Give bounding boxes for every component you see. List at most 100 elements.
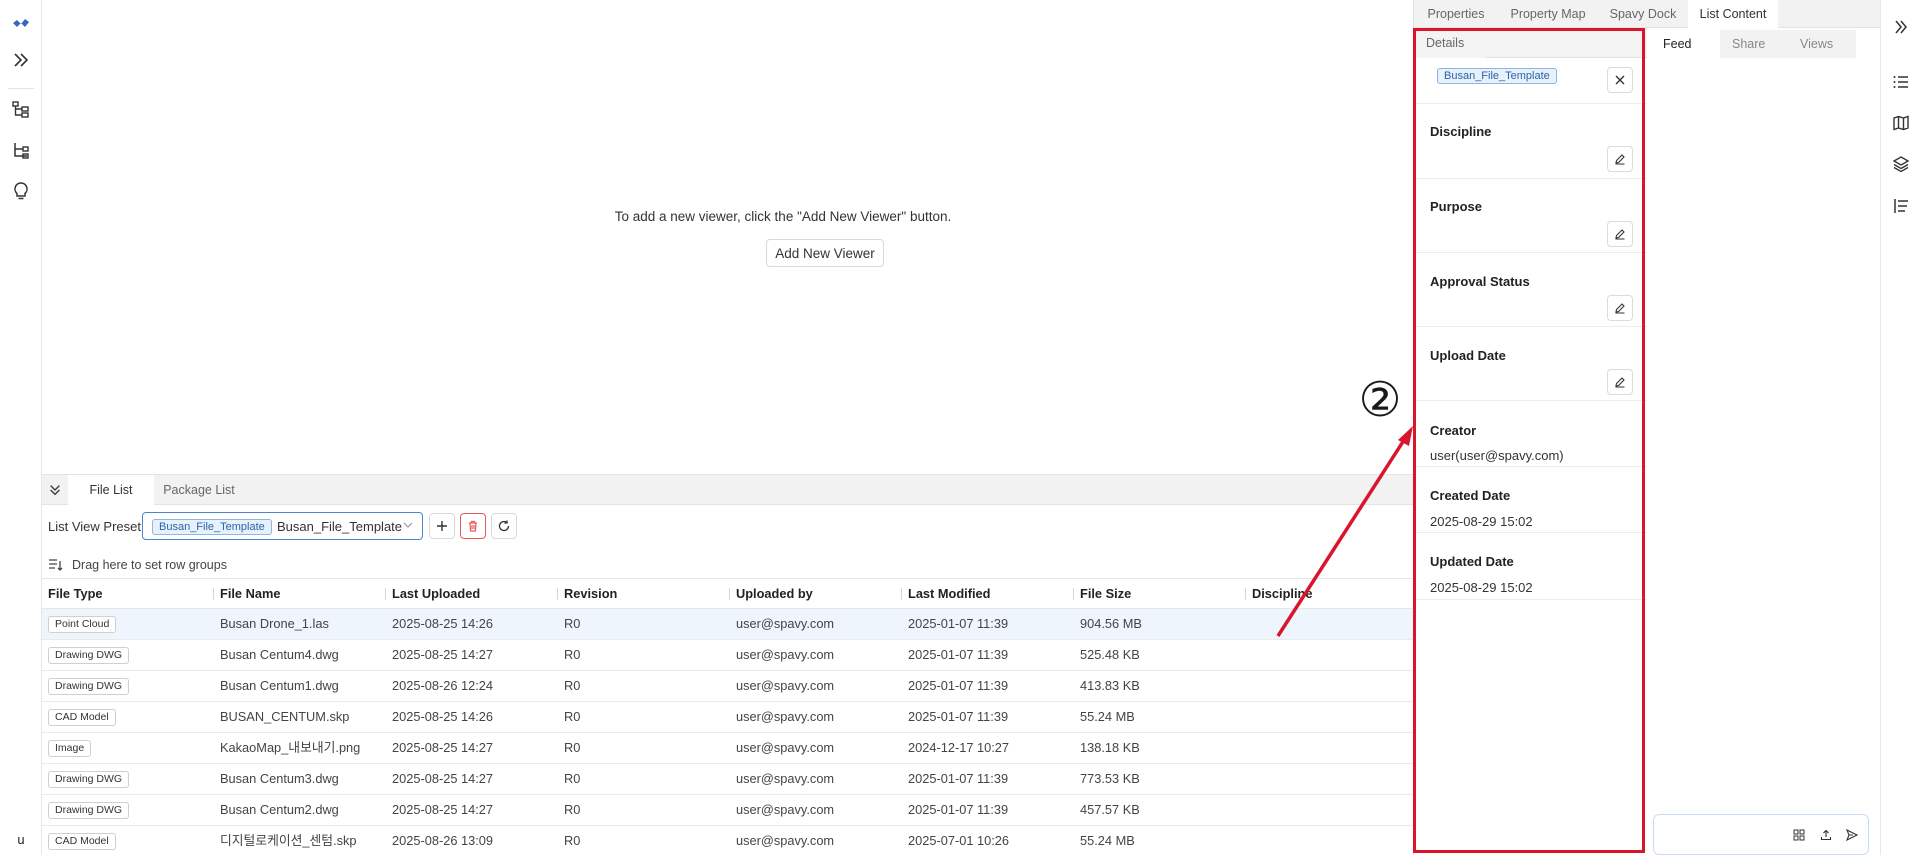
last-uploaded-cell: 2025-08-25 14:27	[392, 802, 494, 817]
preset-select[interactable]: Busan_File_Template Busan_File_Template	[142, 512, 423, 540]
hierarchy-icon[interactable]	[7, 136, 35, 164]
edit-discipline-button[interactable]	[1607, 146, 1633, 172]
add-new-viewer-button[interactable]: Add New Viewer	[766, 239, 884, 267]
file-size-cell: 55.24 MB	[1080, 709, 1135, 724]
tab-file-list[interactable]: File List	[68, 475, 154, 505]
properties-panel: Properties Property Map Spavy Dock List …	[1413, 0, 1881, 855]
last-uploaded-cell: 2025-08-25 14:26	[392, 616, 494, 631]
row-group-icon	[49, 559, 63, 571]
file-type-tag: Drawing DWG	[48, 802, 130, 820]
column-header-last-modified[interactable]: Last Modified	[902, 579, 990, 609]
table-row[interactable]: Drawing DWG Busan Centum4.dwg 2025-08-25…	[42, 640, 1413, 671]
field-label: Approval Status	[1430, 274, 1530, 289]
column-header-uploaded-by[interactable]: Uploaded by	[730, 579, 813, 609]
field-upload-date: Upload Date	[1414, 327, 1647, 401]
file-type-tag: Drawing DWG	[48, 678, 130, 696]
file-type-tag: Point Cloud	[48, 616, 117, 634]
table-row[interactable]: CAD Model BUSAN_CENTUM.skp 2025-08-25 14…	[42, 702, 1413, 733]
file-name-cell: KakaoMap_내보내기.png	[220, 740, 361, 755]
table-row[interactable]: Drawing DWG Busan Centum1.dwg 2025-08-26…	[42, 671, 1413, 702]
send-icon[interactable]	[1845, 828, 1859, 842]
upload-icon[interactable]	[1819, 828, 1833, 842]
column-header-file-size[interactable]: File Size	[1074, 579, 1131, 609]
map-icon[interactable]	[1890, 112, 1912, 134]
table-row[interactable]: Drawing DWG Busan Centum2.dwg 2025-08-25…	[42, 795, 1413, 826]
close-button[interactable]	[1607, 67, 1633, 93]
file-size-cell: 413.83 KB	[1080, 678, 1140, 693]
right-rail	[1880, 0, 1920, 855]
comment-input[interactable]	[1653, 814, 1869, 855]
file-type-tag: Drawing DWG	[48, 771, 130, 789]
field-label: Updated Date	[1430, 554, 1514, 569]
add-preset-button[interactable]	[429, 513, 455, 539]
last-modified-cell: 2025-01-07 11:39	[908, 771, 1009, 786]
grid-icon[interactable]	[1792, 828, 1806, 842]
viewer-area	[42, 0, 1413, 474]
last-uploaded-cell: 2025-08-25 14:26	[392, 709, 494, 724]
lightbulb-icon[interactable]	[7, 177, 35, 205]
table-header: File Type File Name Last Uploaded Revisi…	[42, 578, 1413, 609]
table-row[interactable]: Image KakaoMap_내보내기.png 2025-08-25 14:27…	[42, 733, 1413, 764]
revision-cell: R0	[564, 678, 581, 693]
file-table: File Type File Name Last Uploaded Revisi…	[42, 578, 1413, 855]
last-modified-cell: 2025-07-01 10:26	[908, 833, 1010, 848]
uploaded-by-cell: user@spavy.com	[736, 647, 835, 662]
tab-list-content[interactable]: List Content	[1688, 0, 1778, 28]
close-icon	[1615, 75, 1625, 85]
field-label: Creator	[1430, 423, 1477, 438]
pencil-icon	[1615, 303, 1625, 314]
column-header-file-type[interactable]: File Type	[42, 579, 103, 609]
tab-details[interactable]: Details	[1414, 28, 1486, 58]
field-label: Upload Date	[1430, 348, 1506, 363]
edit-purpose-button[interactable]	[1607, 221, 1633, 247]
last-modified-cell: 2024-12-17 10:27	[908, 740, 1010, 755]
preset-label: List View Preset	[48, 519, 141, 534]
tab-views[interactable]: Views	[1788, 30, 1856, 58]
uploaded-by-cell: user@spavy.com	[736, 833, 835, 848]
table-row[interactable]: Drawing DWG Busan Centum3.dwg 2025-08-25…	[42, 764, 1413, 795]
field-value: 2025-08-29 15:02	[1430, 580, 1533, 595]
refresh-icon	[498, 520, 510, 532]
outline-icon[interactable]	[1890, 195, 1912, 217]
field-updated-date: Updated Date 2025-08-29 15:02	[1414, 533, 1647, 600]
refresh-button[interactable]	[491, 513, 517, 539]
logo-icon[interactable]	[7, 10, 35, 38]
delete-preset-button[interactable]	[460, 513, 486, 539]
rail-divider	[8, 88, 34, 89]
revision-cell: R0	[564, 740, 581, 755]
row-group-dropzone[interactable]: Drag here to set row groups	[48, 555, 227, 575]
tab-properties[interactable]: Properties	[1414, 0, 1498, 28]
preset-chip: Busan_File_Template	[152, 519, 272, 535]
tree-view-icon[interactable]	[7, 95, 35, 123]
user-avatar[interactable]: u	[0, 832, 42, 847]
column-header-file-name[interactable]: File Name	[214, 579, 280, 609]
tab-package-list[interactable]: Package List	[154, 475, 244, 505]
edit-upload-date-button[interactable]	[1607, 369, 1633, 395]
collapse-icon[interactable]	[46, 481, 64, 499]
file-name-cell: Busan Centum1.dwg	[220, 678, 339, 693]
edit-approval-status-button[interactable]	[1607, 295, 1633, 321]
revision-cell: R0	[564, 647, 581, 662]
file-type-tag: Image	[48, 740, 92, 758]
collapse-right-icon[interactable]	[1890, 16, 1912, 38]
file-type-tag: CAD Model	[48, 833, 116, 851]
tab-share[interactable]: Share	[1720, 30, 1788, 58]
column-header-revision[interactable]: Revision	[558, 579, 617, 609]
trash-icon	[469, 520, 477, 532]
table-row[interactable]: CAD Model 디지털로케이션_센텀.skp 2025-08-26 13:0…	[42, 826, 1413, 855]
uploaded-by-cell: user@spavy.com	[736, 802, 835, 817]
file-name-cell: Busan Drone_1.las	[220, 616, 329, 631]
tab-spavy-dock[interactable]: Spavy Dock	[1598, 0, 1688, 28]
layers-icon[interactable]	[1890, 153, 1912, 175]
tab-feed[interactable]: Feed	[1651, 30, 1720, 58]
properties-tabbar: Properties Property Map Spavy Dock List …	[1414, 0, 1881, 28]
tab-property-map[interactable]: Property Map	[1498, 0, 1598, 28]
expand-icon[interactable]	[7, 46, 35, 74]
column-header-discipline[interactable]: Discipline	[1246, 579, 1312, 609]
column-header-last-uploaded[interactable]: Last Uploaded	[386, 579, 480, 609]
bottom-tabbar: File List Package List	[42, 475, 1413, 505]
file-type-tag: CAD Model	[48, 709, 116, 727]
file-name-cell: Busan Centum4.dwg	[220, 647, 339, 662]
table-row[interactable]: Point Cloud Busan Drone_1.las 2025-08-25…	[42, 609, 1413, 640]
list-icon[interactable]	[1890, 71, 1912, 93]
